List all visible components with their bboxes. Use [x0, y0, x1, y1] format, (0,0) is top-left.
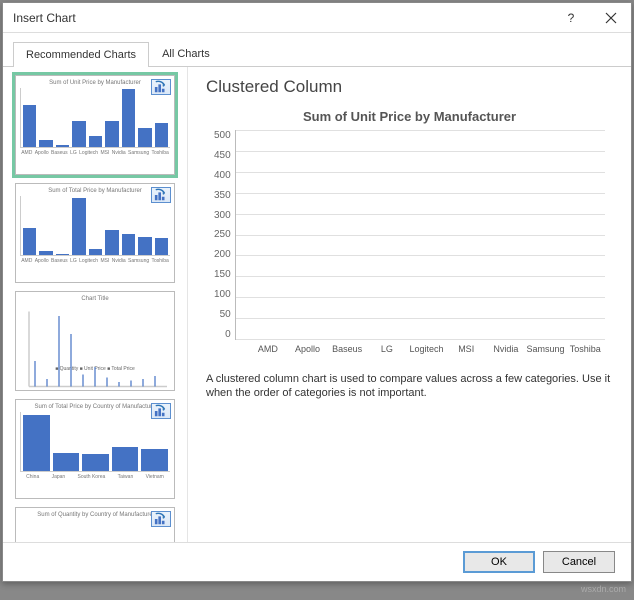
- chart-type-icon: [151, 403, 171, 419]
- thumb-chart-title[interactable]: Chart Title ■ Quantity ■ Unit Price ■ To…: [15, 291, 175, 391]
- chart-description: A clustered column chart is used to comp…: [206, 372, 613, 401]
- thumb-title: Chart Title: [20, 296, 170, 302]
- x-label: AMD: [248, 344, 288, 354]
- titlebar: Insert Chart ?: [3, 3, 631, 33]
- thumb-title: Sum of Quantity by Country of Manufactur…: [20, 512, 170, 518]
- thumb-total-by-country[interactable]: Sum of Total Price by Country of Manufac…: [15, 399, 175, 499]
- dialog-title: Insert Chart: [13, 11, 551, 25]
- thumb-xlabels: AMDApolloBaseusLGLogitechMSINvidiaSamsun…: [20, 150, 170, 156]
- thumb-title: Sum of Unit Price by Manufacturer: [20, 80, 170, 86]
- x-label: Nvidia: [486, 344, 526, 354]
- x-label: MSI: [446, 344, 486, 354]
- x-label: Logitech: [407, 344, 447, 354]
- thumbnail-list[interactable]: Sum of Unit Price by Manufacturer AMDApo…: [3, 67, 188, 542]
- thumb-quantity-by-country[interactable]: Sum of Quantity by Country of Manufactur…: [15, 507, 175, 542]
- tab-all-charts[interactable]: All Charts: [149, 41, 223, 66]
- thumb-xlabels: AMDApolloBaseusLGLogitechMSINvidiaSamsun…: [20, 258, 170, 264]
- x-label: LG: [367, 344, 407, 354]
- x-axis: AMDApolloBaseusLGLogitechMSINvidiaSamsun…: [214, 344, 605, 354]
- x-label: Baseus: [327, 344, 367, 354]
- y-axis: 500450400350300250200150100500: [214, 130, 235, 340]
- x-label: Apollo: [288, 344, 328, 354]
- dialog-footer: OK Cancel: [3, 542, 631, 581]
- help-button[interactable]: ?: [551, 4, 591, 32]
- cancel-button[interactable]: Cancel: [543, 551, 615, 573]
- insert-chart-dialog: Insert Chart ? Recommended Charts All Ch…: [2, 2, 632, 582]
- chart-title: Sum of Unit Price by Manufacturer: [214, 109, 605, 124]
- thumb-sum-total-price[interactable]: Sum of Total Price by Manufacturer AMDAp…: [15, 183, 175, 283]
- x-label: Samsung: [526, 344, 566, 354]
- watermark: wsxdn.com: [581, 584, 626, 594]
- chart-plot: 500450400350300250200150100500: [214, 130, 605, 340]
- chart-type-icon: [151, 187, 171, 203]
- thumb-title: Sum of Total Price by Manufacturer: [20, 188, 170, 194]
- chart-type-heading: Clustered Column: [206, 77, 613, 97]
- tab-recommended[interactable]: Recommended Charts: [13, 42, 149, 67]
- dialog-body: Sum of Unit Price by Manufacturer AMDApo…: [3, 67, 631, 542]
- chart-type-icon: [151, 511, 171, 527]
- thumb-title: Sum of Total Price by Country of Manufac…: [20, 404, 170, 410]
- tabs: Recommended Charts All Charts: [3, 33, 631, 67]
- thumb-xlabels: ChinaJapanSouth KoreaTaiwanVietnam: [20, 474, 170, 480]
- chart-area[interactable]: Sum of Unit Price by Manufacturer 500450…: [206, 103, 613, 362]
- chart-type-icon: [151, 79, 171, 95]
- plot-area: [235, 130, 605, 340]
- close-icon: [605, 12, 617, 24]
- x-label: Toshiba: [565, 344, 605, 354]
- thumb-sum-unit-price[interactable]: Sum of Unit Price by Manufacturer AMDApo…: [15, 75, 175, 175]
- ok-button[interactable]: OK: [463, 551, 535, 573]
- chart-preview: Clustered Column Sum of Unit Price by Ma…: [188, 67, 631, 542]
- help-icon: ?: [568, 11, 575, 25]
- close-button[interactable]: [591, 4, 631, 32]
